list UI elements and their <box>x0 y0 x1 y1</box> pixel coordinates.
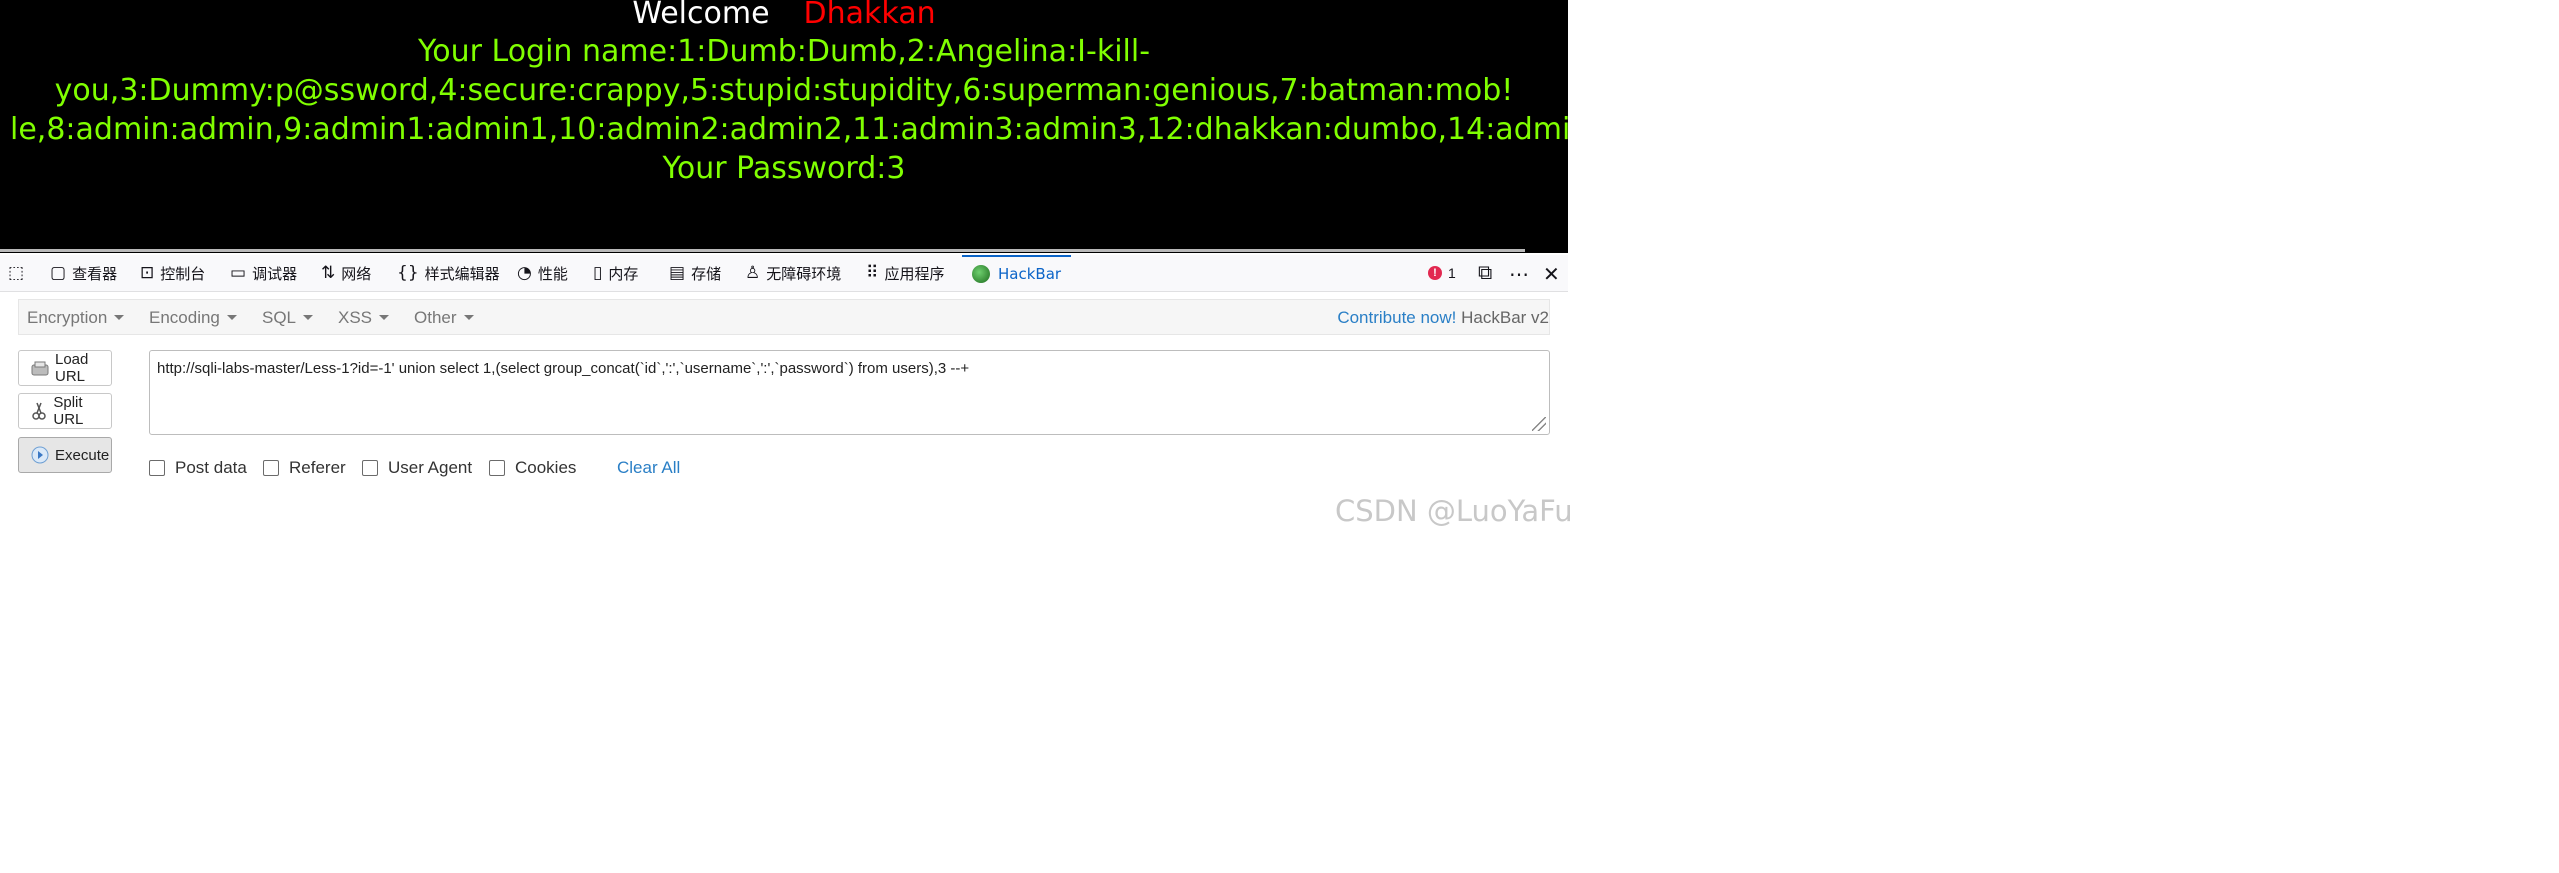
checkbox-label: Referer <box>289 458 346 477</box>
tab-memory[interactable]: ▯ 内存 <box>593 255 638 291</box>
login-name-line-2: you,3:Dummy:p@ssword,4:secure:crappy,5:s… <box>54 73 1514 108</box>
tab-label: 应用程序 <box>884 264 945 283</box>
tab-style-editor[interactable]: {} 样式编辑器 <box>397 255 500 291</box>
tab-storage[interactable]: ▤ 存储 <box>669 255 721 291</box>
inspector-icon: ▢ <box>50 263 67 283</box>
tab-label: 样式编辑器 <box>424 264 500 283</box>
tab-label: HackBar <box>998 265 1062 283</box>
menu-label: Encoding <box>149 308 220 327</box>
caret-down-icon <box>114 315 125 320</box>
error-count-badge[interactable]: ! 1 <box>1428 265 1456 281</box>
contribute-link[interactable]: Contribute now! <box>1337 308 1456 327</box>
menu-xss[interactable]: XSS <box>338 300 390 336</box>
tab-label: 内存 <box>608 264 639 283</box>
menu-label: SQL <box>262 308 297 327</box>
password-line: Your Password:3 <box>662 151 906 186</box>
hackbar-menu-bar: Encryption Encoding SQL XSS Other Contri… <box>18 299 1550 335</box>
checkbox-label: Post data <box>175 458 247 477</box>
tab-label: 控制台 <box>160 264 206 283</box>
pick-element-icon: ⬚ <box>8 263 25 283</box>
menu-sql[interactable]: SQL <box>262 300 314 336</box>
caret-down-icon <box>226 315 237 320</box>
load-icon <box>31 359 49 377</box>
error-count: 1 <box>1448 265 1456 281</box>
scissors-icon <box>31 402 47 420</box>
tab-label: 调试器 <box>252 264 298 283</box>
resize-handle-icon[interactable] <box>1532 417 1546 431</box>
horizontal-scrollbar[interactable] <box>0 249 1525 252</box>
responsive-design-icon[interactable]: ⧉ <box>1478 262 1492 285</box>
menu-encoding[interactable]: Encoding <box>149 300 237 336</box>
menu-label: Encryption <box>27 308 108 327</box>
tab-label: 性能 <box>537 264 568 283</box>
style-editor-icon: {} <box>397 263 419 283</box>
page-content: Welcome Dhakkan Your Login name:1:Dumb:Du… <box>0 0 1568 253</box>
welcome-text: Welcome <box>632 0 770 31</box>
menu-other[interactable]: Other <box>414 300 474 336</box>
login-name-line-1: Your Login name:1:Dumb:Dumb,2:Angelina:I… <box>417 34 1151 69</box>
cookies-checkbox[interactable]: Cookies <box>489 458 576 478</box>
hackbar-version: HackBar v2 <box>1461 308 1549 327</box>
watermark: CSDN @LuoYaFu <box>1335 494 1573 528</box>
storage-icon: ▤ <box>669 263 686 283</box>
referer-checkbox[interactable]: Referer <box>263 458 346 478</box>
checkbox-label: User Agent <box>388 458 473 477</box>
tab-debugger[interactable]: ▭ 调试器 <box>230 255 297 291</box>
tab-performance[interactable]: ◔ 性能 <box>517 255 568 291</box>
checkbox-box[interactable] <box>149 460 165 476</box>
contribute-area: Contribute now! HackBar v2 <box>1337 300 1549 336</box>
caret-down-icon <box>303 315 314 320</box>
button-label: Execute <box>55 446 110 464</box>
console-icon: ⊡ <box>140 263 155 283</box>
clear-all-link[interactable]: Clear All <box>617 458 680 478</box>
caret-down-icon <box>379 315 390 320</box>
devtools-toolbar: ⬚ ▢ 查看器 ⊡ 控制台 ▭ 调试器 ⇅ 网络 {} 样式编辑器 ◔ 性能 ▯… <box>0 255 1568 292</box>
tab-hackbar[interactable]: HackBar <box>962 255 1072 291</box>
load-url-button[interactable]: Load URL <box>18 350 112 386</box>
login-name-line-3: le,8:admin:admin,9:admin1:admin1,10:admi… <box>10 112 1568 147</box>
welcome-line: Welcome Dhakkan <box>0 0 1568 32</box>
checkbox-box[interactable] <box>362 460 378 476</box>
hackbar-icon <box>972 265 990 283</box>
application-icon: ⠿ <box>866 263 879 283</box>
split-url-button[interactable]: Split URL <box>18 393 112 429</box>
button-label: Split URL <box>53 394 84 428</box>
tab-console[interactable]: ⊡ 控制台 <box>140 255 205 291</box>
play-icon <box>31 446 49 464</box>
tab-label: 查看器 <box>72 264 118 283</box>
accessibility-icon: ♙ <box>745 263 761 283</box>
execute-button[interactable]: Execute <box>18 437 112 473</box>
close-devtools-icon[interactable]: ✕ <box>1543 262 1560 287</box>
button-label: Load URL <box>55 351 89 385</box>
debugger-icon: ▭ <box>230 263 247 283</box>
error-icon: ! <box>1428 266 1442 280</box>
menu-encryption[interactable]: Encryption <box>27 300 125 336</box>
user-name: Dhakkan <box>803 0 936 31</box>
post-data-checkbox[interactable]: Post data <box>149 458 247 478</box>
caret-down-icon <box>463 315 474 320</box>
network-icon: ⇅ <box>321 263 336 283</box>
url-textarea[interactable]: http://sqli-labs-master/Less-1?id=-1' un… <box>149 350 1550 435</box>
tab-accessibility[interactable]: ♙ 无障碍环境 <box>745 255 841 291</box>
user-agent-checkbox[interactable]: User Agent <box>362 458 472 478</box>
tab-network[interactable]: ⇅ 网络 <box>321 255 371 291</box>
checkbox-box[interactable] <box>263 460 279 476</box>
more-options-icon[interactable]: ⋯ <box>1509 262 1529 287</box>
tab-label: 存储 <box>691 264 722 283</box>
tab-application[interactable]: ⠿ 应用程序 <box>866 255 944 291</box>
memory-icon: ▯ <box>593 263 603 283</box>
tab-label: 无障碍环境 <box>766 264 842 283</box>
url-value: http://sqli-labs-master/Less-1?id=-1' un… <box>157 360 970 377</box>
checkbox-label: Cookies <box>515 458 577 477</box>
element-picker-button[interactable]: ⬚ <box>8 255 30 291</box>
tab-inspector[interactable]: ▢ 查看器 <box>50 255 117 291</box>
menu-label: Other <box>414 308 457 327</box>
menu-label: XSS <box>338 308 373 327</box>
performance-icon: ◔ <box>517 263 532 283</box>
checkbox-box[interactable] <box>489 460 505 476</box>
tab-label: 网络 <box>341 264 372 283</box>
